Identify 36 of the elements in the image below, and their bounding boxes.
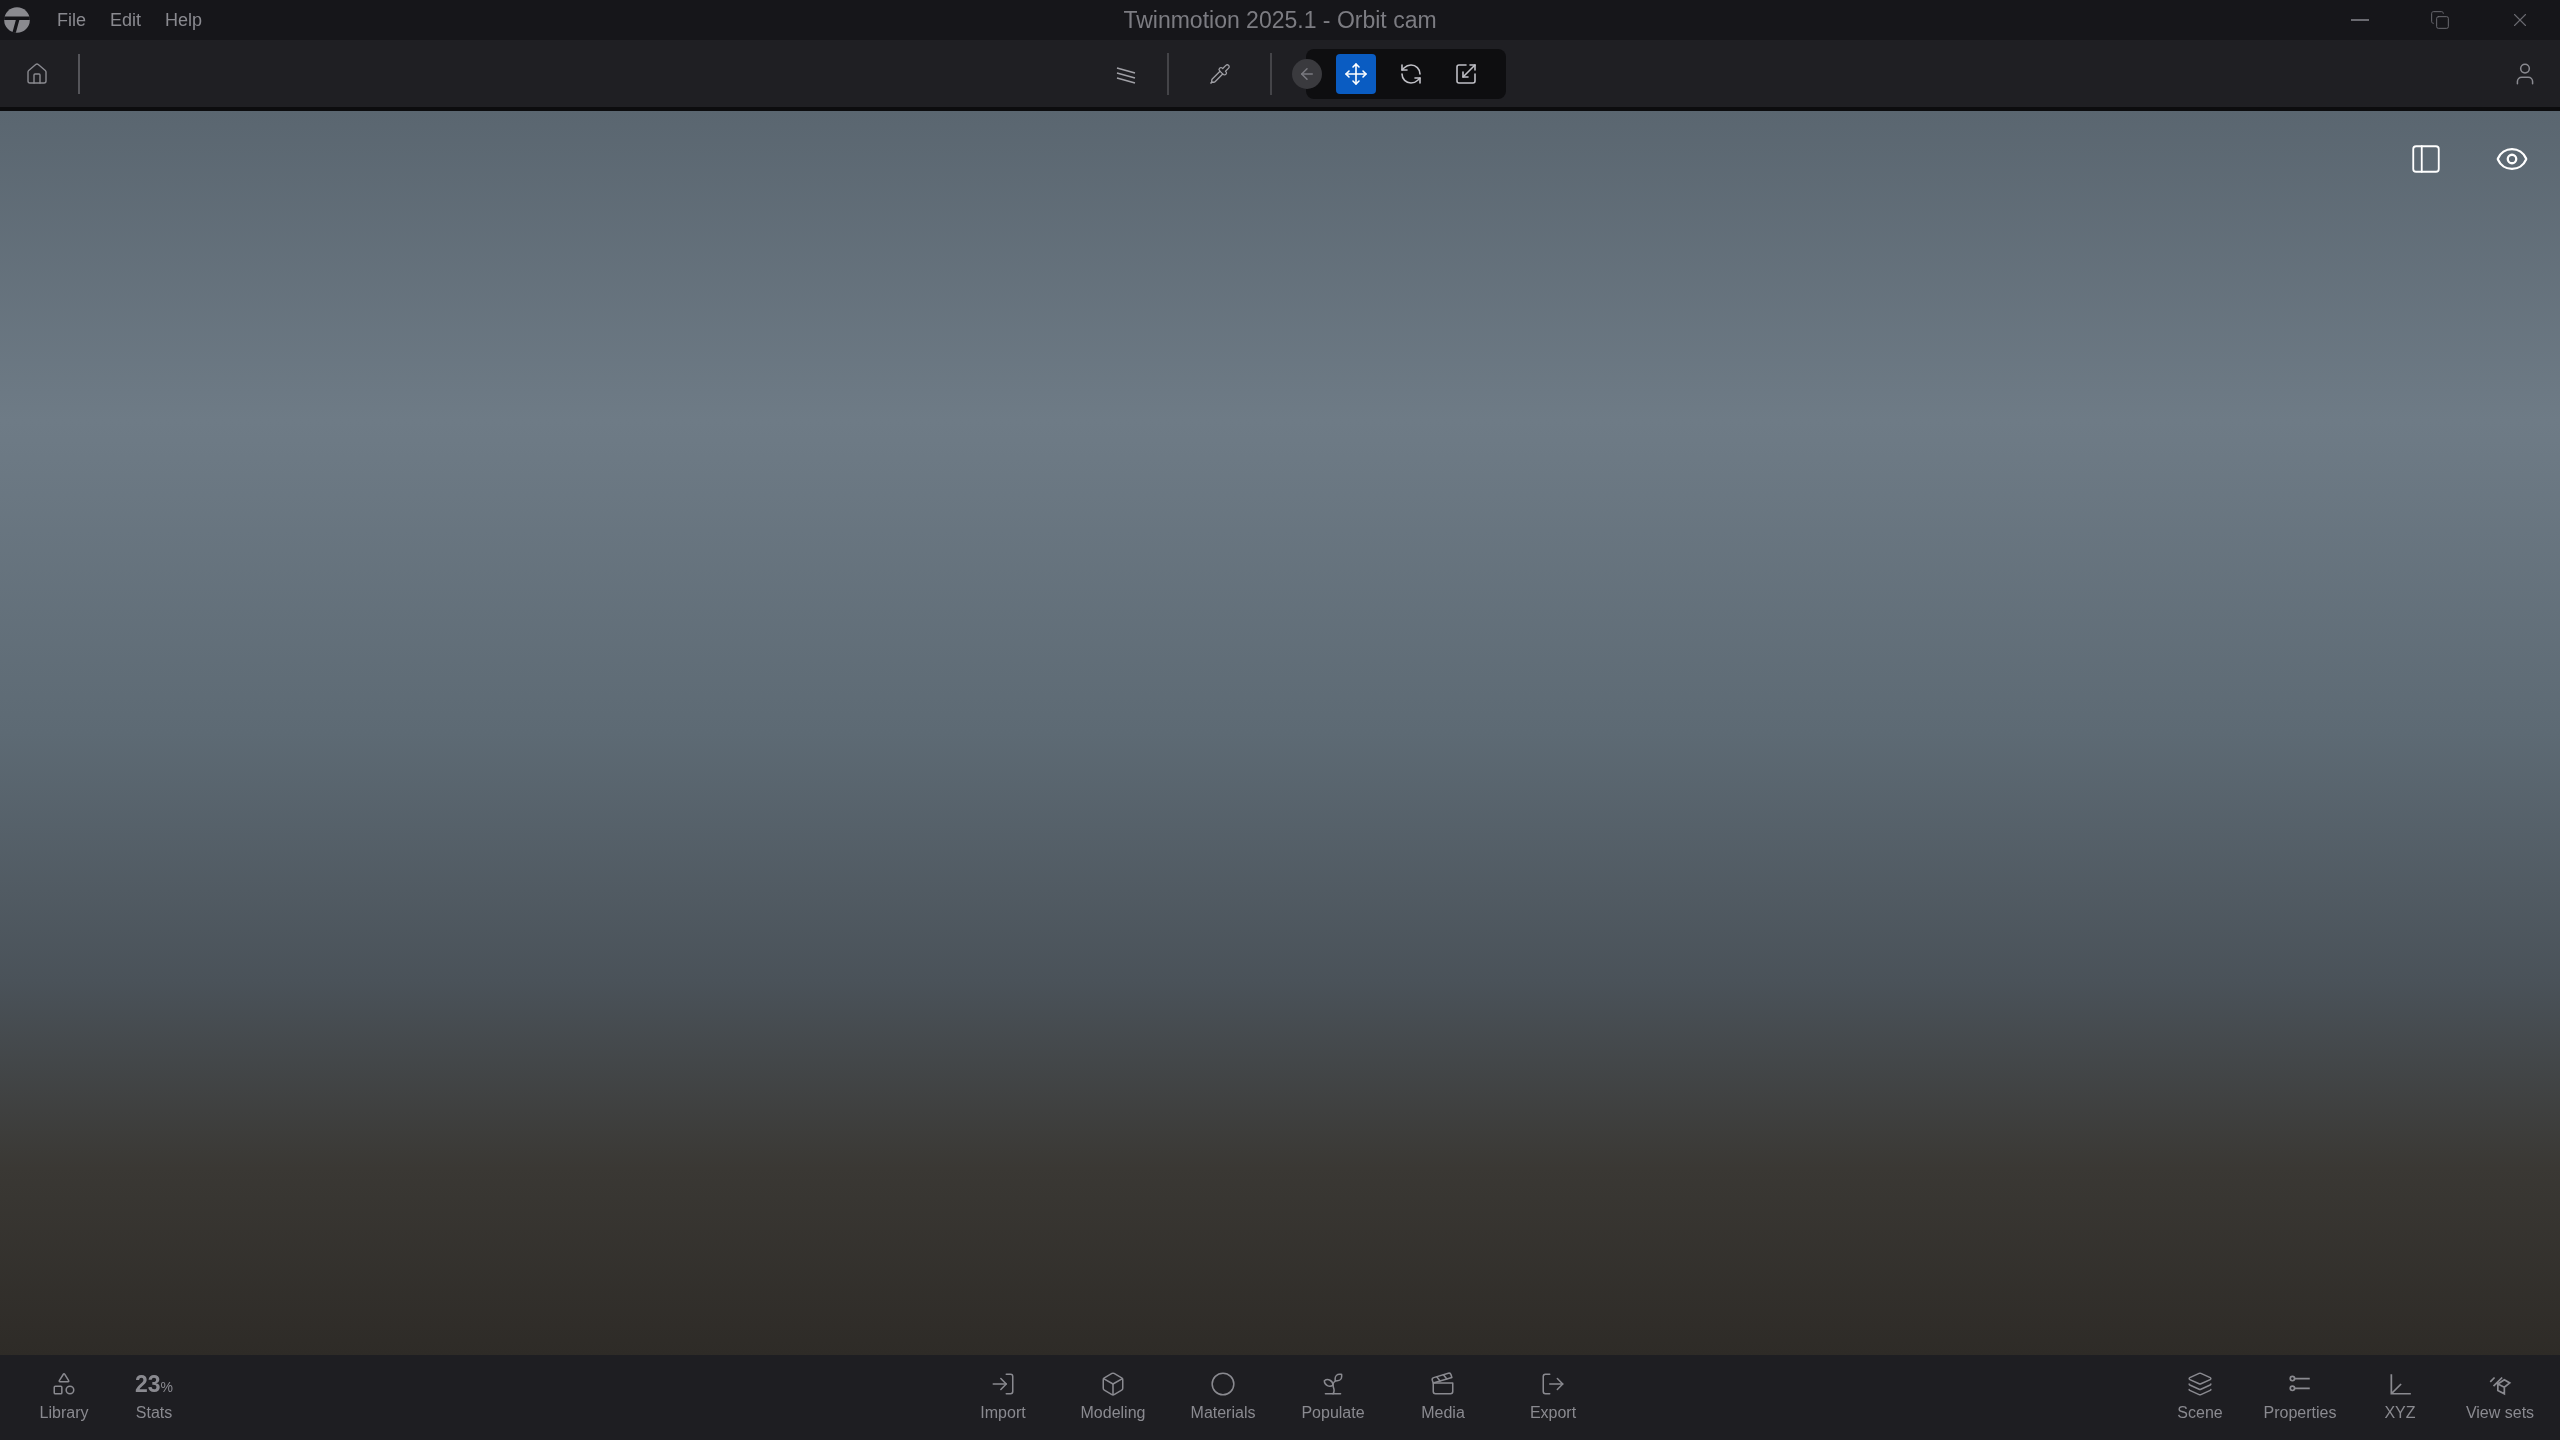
- menu-item[interactable]: Help: [153, 6, 215, 34]
- tool-button[interactable]: [1336, 53, 1376, 94]
- pipette-icon: [1209, 62, 1231, 85]
- module-button[interactable]: Materials: [1173, 1363, 1273, 1433]
- module-button[interactable]: Media: [1393, 1363, 1493, 1433]
- import-icon: [990, 1371, 1016, 1397]
- module-button[interactable]: Export: [1503, 1363, 1603, 1433]
- app-logo-icon: [3, 6, 31, 34]
- menu-item[interactable]: File: [45, 6, 98, 34]
- stats-label: Stats: [135, 1403, 173, 1423]
- module-button[interactable]: Import: [953, 1363, 1053, 1433]
- panel-button[interactable]: XYZ: [2350, 1362, 2450, 1433]
- back-button[interactable]: [1292, 58, 1322, 89]
- restore-icon: [2430, 10, 2450, 30]
- move-icon: [1344, 61, 1368, 86]
- shapes-icon: [51, 1370, 77, 1397]
- scale-icon: [1454, 61, 1478, 86]
- panel-button[interactable]: Scene: [2150, 1362, 2250, 1433]
- home-icon: [25, 61, 49, 86]
- clapperboard-icon: [1430, 1371, 1456, 1397]
- circle-icon: [1210, 1371, 1236, 1397]
- menu-item[interactable]: Edit: [98, 6, 154, 34]
- export-icon: [1540, 1371, 1566, 1397]
- orbit-icon: [1399, 61, 1423, 86]
- stats-button[interactable]: 23% Stats: [114, 1362, 194, 1433]
- layers-icon: [2187, 1370, 2213, 1397]
- panel-button[interactable]: View sets: [2450, 1362, 2550, 1433]
- panel-button[interactable]: Properties: [2250, 1362, 2350, 1433]
- minimize-icon: [2351, 19, 2369, 21]
- module-button[interactable]: Populate: [1283, 1363, 1383, 1433]
- library-button[interactable]: Library: [14, 1362, 114, 1433]
- module-button[interactable]: Modeling: [1063, 1363, 1163, 1433]
- window-title: Twinmotion 2025.1 - Orbit cam: [1123, 5, 1437, 35]
- panel-icon: [2409, 142, 2443, 176]
- cube-icon: [1100, 1371, 1126, 1397]
- stats-value: 23%: [134, 1370, 173, 1399]
